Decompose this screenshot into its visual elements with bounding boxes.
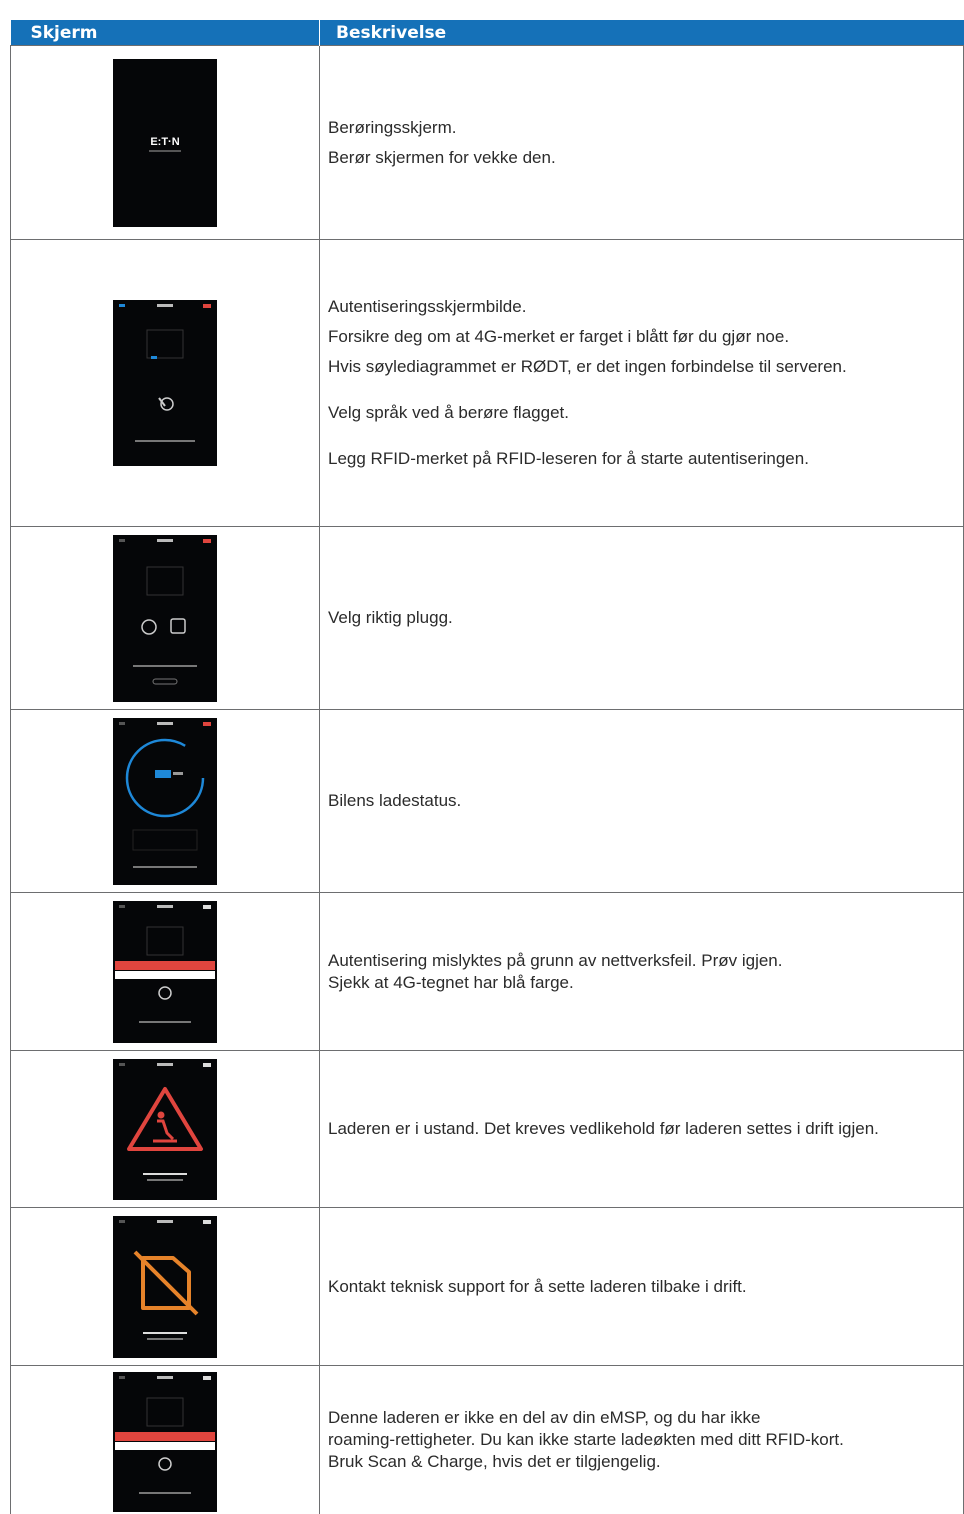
charging-status-screen-icon [113, 717, 217, 885]
description-line: Bruk Scan & Charge, hvis det er tilgjeng… [328, 1451, 661, 1471]
description-line: Legg RFID-merket på RFID-leseren for å s… [328, 449, 809, 468]
table-row: Kontakt teknisk support for å sette lade… [10, 1207, 964, 1366]
description-line: roaming-rettigheter. Du kan ikke starte … [328, 1429, 844, 1449]
description-line: Berør skjermen for vekke den. [328, 147, 556, 167]
description-line: Velg språk ved å berøre flagget. [328, 403, 569, 422]
screen-cell [10, 709, 320, 893]
maintenance-warning-screen-icon [113, 1058, 217, 1200]
description-line: Autentisering mislyktes på grunn av nett… [328, 950, 783, 970]
table-row: Denne laderen er ikke en del av din eMSP… [10, 1365, 964, 1514]
page: { "table": { "headers": { "screen": "Skj… [0, 0, 964, 1514]
authentication-screen-icon [113, 300, 217, 466]
screen-description-table: Skjerm Beskrivelse E:T·N Berøringsskjerm… [10, 20, 964, 1514]
table-row: Velg riktig plugg. [10, 526, 964, 710]
description-cell: Denne laderen er ikke en del av din eMSP… [319, 1365, 964, 1514]
description-cell: Laderen er i ustand. Det kreves vedlikeh… [319, 1050, 964, 1208]
table-row: Bilens ladestatus. [10, 709, 964, 893]
screen-cell [10, 1365, 320, 1514]
screen-cell [10, 239, 320, 527]
description-line: Hvis søylediagrammet er RØDT, er det ing… [328, 357, 847, 376]
description-cell: Bilens ladestatus. [319, 709, 964, 893]
table-row: Autentisering mislyktes på grunn av nett… [10, 892, 964, 1051]
description-cell: Berøringsskjerm. Berør skjermen for vekk… [319, 45, 964, 240]
screen-cell [10, 1050, 320, 1208]
description-line: Velg riktig plugg. [328, 608, 453, 627]
description-line: Kontakt teknisk support for å sette lade… [328, 1276, 747, 1296]
eaton-logo-screen-icon: E:T·N [113, 58, 217, 227]
description-line: Forsikre deg om at 4G-merket er farget i… [328, 327, 790, 346]
screen-cell [10, 1207, 320, 1366]
out-of-order-screen-icon [113, 1215, 217, 1358]
screen-cell: E:T·N [10, 45, 320, 240]
description-cell: Autentiseringsskjermbilde. Forsikre deg … [319, 239, 964, 527]
roaming-denied-screen-icon [113, 1371, 217, 1512]
header-screen: Skjerm [10, 20, 320, 46]
screen-cell [10, 892, 320, 1051]
description-line: Denne laderen er ikke en del av din eMSP… [328, 1407, 761, 1427]
network-error-screen-icon [113, 900, 217, 1043]
table-header-row: Skjerm Beskrivelse [10, 20, 964, 46]
description-cell: Velg riktig plugg. [319, 526, 964, 710]
description-cell: Autentisering mislyktes på grunn av nett… [319, 892, 964, 1051]
description-line: Sjekk at 4G-tegnet har blå farge. [328, 972, 574, 992]
description-line: Bilens ladestatus. [328, 791, 462, 810]
description-cell: Kontakt teknisk support for å sette lade… [319, 1207, 964, 1366]
description-line: Laderen er i ustand. Det kreves vedlikeh… [328, 1119, 879, 1138]
table-row: Autentiseringsskjermbilde. Forsikre deg … [10, 239, 964, 527]
description-line: Autentiseringsskjermbilde. [328, 297, 527, 316]
header-description: Beskrivelse [319, 20, 964, 46]
description-line: Berøringsskjerm. [328, 117, 457, 137]
eaton-logo: E:T·N [150, 136, 179, 148]
plug-selection-screen-icon [113, 534, 217, 702]
screen-cell [10, 526, 320, 710]
table-row: E:T·N Berøringsskjerm. Berør skjermen fo… [10, 45, 964, 240]
table-row: Laderen er i ustand. Det kreves vedlikeh… [10, 1050, 964, 1208]
